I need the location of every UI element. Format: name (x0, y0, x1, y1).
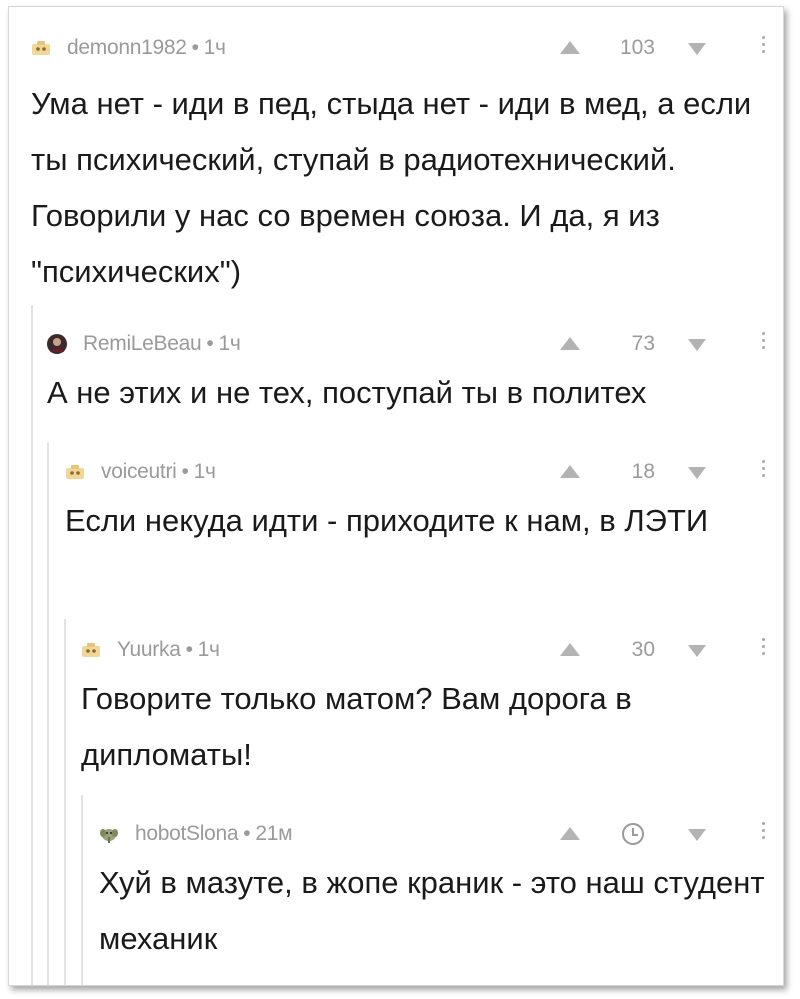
comment-text: А не этих и не тех, поступай ты в полите… (47, 375, 647, 410)
comment-rating: 18 (631, 460, 655, 483)
meta-separator: • (181, 460, 189, 483)
upvote-icon[interactable] (560, 41, 580, 54)
vote-controls: 103 (545, 33, 771, 63)
comment-time: 1ч (218, 332, 241, 355)
comment-text: Хуй в мазуте, в жопе краник - это наш ст… (99, 865, 765, 956)
meta-separator: • (185, 638, 193, 661)
meta-separator: • (243, 822, 251, 845)
downvote-icon[interactable] (688, 339, 706, 351)
more-options-icon[interactable] (762, 638, 766, 655)
comment-thread: demonn1982 • 1ч 103 Ума нет - иди в пед,… (8, 6, 784, 986)
upvote-icon[interactable] (560, 827, 580, 840)
comment-rating: 30 (631, 638, 655, 661)
comment: voiceutri • 1ч 18 Если некуда идти - при… (65, 457, 783, 607)
comment: Yuurka • 1ч 30 Говорите только матом? Ва… (81, 635, 781, 785)
comment-author[interactable]: voiceutri (101, 460, 177, 484)
elephant-avatar-icon[interactable] (99, 825, 119, 843)
vote-controls: 18 (545, 457, 771, 487)
default-avatar-icon[interactable] (65, 463, 85, 481)
comment: hobotSlona • 21м Хуй в мазуте, в жопе кр… (99, 819, 779, 969)
comment-time: 1ч (193, 460, 216, 483)
upvote-icon[interactable] (560, 643, 580, 656)
default-avatar-icon[interactable] (81, 641, 101, 659)
comment-author[interactable]: hobotSlona (135, 822, 239, 846)
comment-time: 1ч (197, 638, 220, 661)
comment-time: 21м (255, 822, 293, 845)
thread-line-4[interactable] (81, 795, 83, 985)
comment-author[interactable]: demonn1982 (67, 36, 187, 60)
comment-text: Если некуда идти - приходите к нам, в ЛЭ… (65, 503, 709, 538)
clock-icon (622, 823, 644, 845)
downvote-icon[interactable] (688, 467, 706, 479)
upvote-icon[interactable] (560, 337, 580, 350)
downvote-icon[interactable] (688, 43, 706, 55)
downvote-icon[interactable] (688, 829, 706, 841)
meta-separator: • (206, 332, 214, 355)
more-options-icon[interactable] (762, 822, 766, 839)
comment-author[interactable]: Yuurka (117, 638, 181, 662)
comment: RemiLeBeau • 1ч 73 А не этих и не тех, п… (47, 329, 783, 429)
comment-text: Ума нет - иди в пед, стыда нет - иди в м… (31, 86, 752, 289)
more-options-icon[interactable] (762, 36, 766, 53)
comment-rating: 73 (631, 332, 655, 355)
meta-separator: • (191, 36, 199, 59)
comment-rating: 103 (619, 36, 655, 59)
default-avatar-icon[interactable] (31, 39, 51, 57)
vote-controls (545, 819, 771, 849)
comment: demonn1982 • 1ч 103 Ума нет - иди в пед,… (31, 33, 771, 293)
user-avatar-photo[interactable] (47, 334, 67, 354)
comment-time: 1ч (203, 36, 226, 59)
thread-line-3[interactable] (64, 619, 66, 985)
thread-line-1[interactable] (31, 305, 33, 985)
upvote-icon[interactable] (560, 465, 580, 478)
vote-controls: 30 (545, 635, 771, 665)
vote-controls: 73 (545, 329, 771, 359)
more-options-icon[interactable] (762, 460, 766, 477)
comment-author[interactable]: RemiLeBeau (83, 332, 202, 356)
downvote-icon[interactable] (688, 645, 706, 657)
comment-text: Говорите только матом? Вам дорога в дипл… (81, 681, 632, 772)
thread-line-2[interactable] (47, 443, 49, 985)
more-options-icon[interactable] (762, 332, 766, 349)
